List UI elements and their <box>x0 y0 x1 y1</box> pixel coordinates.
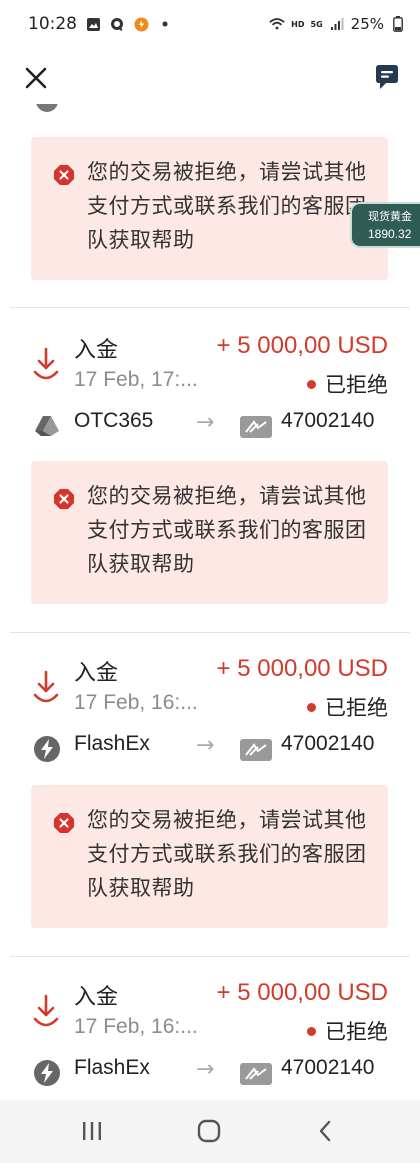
rejection-notice: 您的交易被拒绝，请尝试其他支付方式或联系我们的客服团队获取帮助 <box>31 461 388 604</box>
back-button[interactable] <box>312 1118 340 1144</box>
transaction-item[interactable]: 入金 + 5 000,00 USD 17 Feb, 16:... 已拒绝 Fla… <box>0 979 420 1099</box>
account-card-icon <box>240 416 272 438</box>
transaction-date: 17 Feb, 16:... <box>74 1015 198 1038</box>
account-number: 47002140 <box>281 732 375 755</box>
ticker-price: 1890.32 <box>368 227 412 241</box>
network-hd-label: HD <box>291 19 305 29</box>
status-bar: 10:28 HD 5G 25% <box>0 0 420 48</box>
network-5g-label: 5G <box>310 19 323 29</box>
transaction-type: 入金 <box>74 338 119 363</box>
q-app-icon <box>109 16 125 32</box>
account-number: 47002140 <box>281 409 375 432</box>
battery-percent: 25% <box>350 15 384 33</box>
arrow-right-icon: → <box>196 1057 215 1082</box>
close-button[interactable] <box>22 64 50 92</box>
signal-icon <box>329 16 345 32</box>
transaction-date: 17 Feb, 16:... <box>74 691 198 714</box>
flashex-icon <box>34 1060 60 1086</box>
provider-name: FlashEx <box>74 1056 150 1079</box>
divider <box>10 307 410 308</box>
status-dot <box>307 1027 316 1036</box>
wifi-icon <box>269 16 285 32</box>
notice-text: 您的交易被拒绝，请尝试其他支付方式或联系我们的客服团队获取帮助 <box>87 160 367 252</box>
deposit-icon <box>33 994 59 1027</box>
transaction-status: 已拒绝 <box>325 696 388 720</box>
divider <box>10 632 410 633</box>
system-nav-bar <box>0 1100 420 1163</box>
provider-name: FlashEx <box>74 732 150 755</box>
back-icon <box>319 1120 331 1142</box>
transaction-item[interactable]: 入金 + 5 000,00 USD 17 Feb, 17:... 已拒绝 OTC… <box>0 332 420 452</box>
ticker-label: 现货黄金 <box>368 211 412 223</box>
gallery-icon <box>85 16 101 32</box>
arrow-right-icon: → <box>196 410 215 435</box>
error-icon <box>54 165 74 185</box>
chat-button[interactable] <box>372 62 402 92</box>
rejection-notice: 您的交易被拒绝，请尝试其他支付方式或联系我们的客服团队获取帮助 <box>31 137 388 280</box>
home-button[interactable] <box>195 1118 223 1144</box>
rejection-notice: 您的交易被拒绝，请尝试其他支付方式或联系我们的客服团队获取帮助 <box>31 785 388 928</box>
battery-icon <box>390 16 406 32</box>
transaction-status: 已拒绝 <box>325 1020 388 1044</box>
transaction-date: 17 Feb, 17:... <box>74 368 198 391</box>
transaction-amount: + 5 000,00 USD <box>216 979 388 1006</box>
app-notification-icon <box>133 16 149 32</box>
arrow-right-icon: → <box>196 733 215 758</box>
status-dot <box>307 380 316 389</box>
transaction-type: 入金 <box>74 661 119 686</box>
partial-provider-icon <box>34 104 60 114</box>
notice-text: 您的交易被拒绝，请尝试其他支付方式或联系我们的客服团队获取帮助 <box>87 808 367 900</box>
account-card-icon <box>240 1063 272 1085</box>
recent-apps-icon <box>83 1122 101 1140</box>
divider <box>10 956 410 957</box>
error-icon <box>54 489 74 509</box>
chat-icon <box>376 65 398 89</box>
home-icon <box>197 1119 221 1143</box>
transaction-item[interactable]: 入金 + 5 000,00 USD 17 Feb, 16:... 已拒绝 Fla… <box>0 655 420 775</box>
error-icon <box>54 813 74 833</box>
account-card-icon <box>240 739 272 761</box>
flashex-icon <box>34 736 60 762</box>
more-dot-icon <box>157 16 173 32</box>
gold-price-ticker[interactable]: 现货黄金 1890.32 <box>350 202 420 248</box>
status-time: 10:28 <box>28 14 77 34</box>
transaction-status: 已拒绝 <box>325 373 388 397</box>
notice-text: 您的交易被拒绝，请尝试其他支付方式或联系我们的客服团队获取帮助 <box>87 484 367 576</box>
top-bar <box>0 48 420 108</box>
status-dot <box>307 703 316 712</box>
deposit-icon <box>33 670 59 703</box>
recent-apps-button[interactable] <box>78 1118 106 1144</box>
transaction-amount: + 5 000,00 USD <box>216 332 388 359</box>
otc365-icon <box>35 416 59 436</box>
transaction-type: 入金 <box>74 985 119 1010</box>
deposit-icon <box>33 347 59 380</box>
close-icon <box>25 67 47 89</box>
transaction-amount: + 5 000,00 USD <box>216 655 388 682</box>
provider-name: OTC365 <box>74 409 154 432</box>
account-number: 47002140 <box>281 1056 375 1079</box>
